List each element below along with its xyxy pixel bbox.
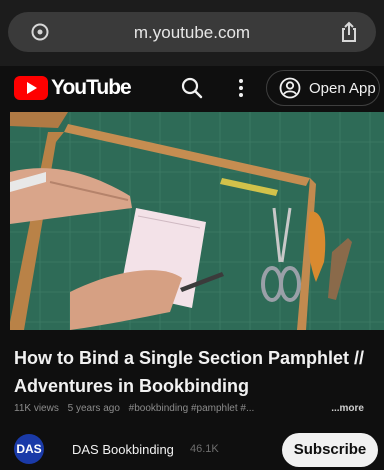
video-info: How to Bind a Single Section Pamphlet //…	[0, 330, 384, 470]
youtube-header: YouTube Open App	[0, 66, 384, 110]
subscriber-count: 46.1K	[190, 443, 219, 455]
search-icon[interactable]	[180, 76, 204, 100]
open-app-button[interactable]: Open App	[266, 70, 380, 106]
view-count: 11K views	[14, 403, 59, 414]
video-frame	[10, 112, 384, 330]
youtube-wordmark: YouTube	[51, 76, 132, 99]
youtube-logo[interactable]: YouTube	[14, 75, 132, 101]
account-circle-icon	[279, 77, 301, 99]
hashtags: #bookbinding #pamphlet #...	[128, 403, 255, 414]
channel-name[interactable]: DAS Bookbinding	[72, 442, 174, 457]
more-vert-icon[interactable]	[236, 76, 246, 100]
subscribe-button[interactable]: Subscribe	[282, 433, 378, 467]
more-description-link[interactable]: ...more	[325, 403, 364, 414]
upload-age: 5 years ago	[67, 403, 120, 414]
channel-avatar[interactable]: DAS	[14, 434, 44, 464]
open-app-label: Open App	[309, 79, 376, 97]
video-player[interactable]	[10, 112, 384, 330]
share-icon[interactable]	[338, 21, 360, 43]
address-bar[interactable]: m.youtube.com	[8, 12, 376, 52]
video-title[interactable]: How to Bind a Single Section Pamphlet //…	[14, 344, 378, 400]
video-meta[interactable]: 11K views 5 years ago #bookbinding #pamp…	[14, 403, 378, 419]
youtube-play-logo-icon	[14, 76, 48, 100]
browser-toolbar: m.youtube.com	[0, 0, 384, 66]
channel-row: DAS DAS Bookbinding 46.1K Subscribe	[0, 426, 384, 470]
url-text[interactable]: m.youtube.com	[8, 23, 376, 43]
